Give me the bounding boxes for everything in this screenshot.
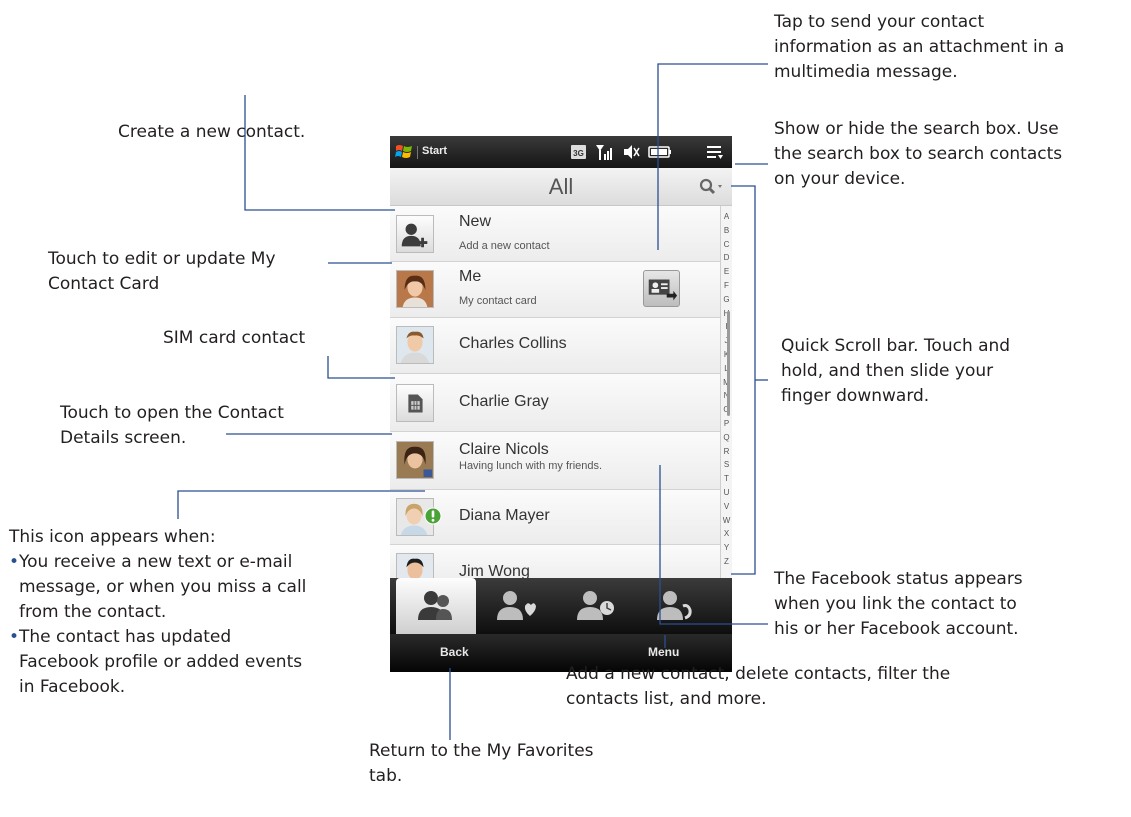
contacts-list: New Add a new contact Me My contact card <box>390 206 720 591</box>
list-item-contact[interactable]: Charles Collins <box>390 318 720 374</box>
quick-scroll-letter[interactable]: U <box>721 488 732 497</box>
quick-scroll-letter[interactable]: V <box>721 502 732 511</box>
contact-name: New <box>459 213 492 230</box>
annotation-menu: Add a new contact, delete contacts, filt… <box>566 664 951 709</box>
menu-softkey[interactable]: Menu <box>648 645 679 659</box>
list-item-contact[interactable]: Claire Nicols Having lunch with my frien… <box>390 432 720 490</box>
updates-events-icon <box>657 591 692 620</box>
recent-contacts-icon <box>577 591 614 620</box>
network-3g-icon: 3G <box>571 145 586 159</box>
battery-icon <box>648 146 671 158</box>
contact-name: Me <box>459 268 482 285</box>
send-contact-card-button[interactable] <box>643 270 680 307</box>
annotation-send-contact-card: Tap to send your contact information as … <box>774 12 1065 82</box>
windows-logo-icon[interactable] <box>395 143 413 161</box>
quick-scroll-letter[interactable]: R <box>721 447 732 456</box>
tab-all-contacts[interactable] <box>396 578 476 634</box>
quick-scroll-letter[interactable]: F <box>721 281 732 290</box>
avatar <box>396 326 434 364</box>
start-separator <box>417 146 418 159</box>
annotation-bullet: The contact has updated Facebook profile… <box>9 625 306 700</box>
title-bar: All <box>390 168 732 206</box>
quick-scroll-letter[interactable]: E <box>721 267 732 276</box>
send-contact-card-icon <box>648 279 678 301</box>
annotation-back: Return to the My Favorites tab. <box>369 741 594 786</box>
contact-subtitle: My contact card <box>459 295 537 307</box>
speaker-off-icon[interactable] <box>622 143 640 161</box>
tab-favorites[interactable] <box>476 578 556 634</box>
quick-scroll-letter[interactable]: Z <box>721 557 732 566</box>
annotation-create-new-contact: Create a new contact. <box>118 122 306 142</box>
quick-scroll-letter[interactable]: A <box>721 212 732 221</box>
quick-scroll-letter[interactable]: G <box>721 295 732 304</box>
quick-scroll-thumb[interactable] <box>727 311 730 416</box>
search-icon[interactable] <box>696 176 726 198</box>
favorites-icon <box>497 591 536 620</box>
contact-name: Diana Mayer <box>459 507 550 524</box>
quick-scroll-letter[interactable]: B <box>721 226 732 235</box>
tab-recent-contacts[interactable] <box>556 578 636 634</box>
annotation-my-contact-card: Touch to edit or update My Contact Card <box>48 249 276 294</box>
quick-scroll-letter[interactable]: C <box>721 240 732 249</box>
quick-scroll-letter[interactable]: W <box>721 516 732 525</box>
contact-name: Charlie Gray <box>459 393 549 410</box>
annotation-bullet: You receive a new text or e-mail message… <box>9 550 306 625</box>
tab-updates-events[interactable] <box>636 578 716 634</box>
contact-name: Charles Collins <box>459 335 567 352</box>
quick-scroll-letter[interactable]: S <box>721 460 732 469</box>
facebook-status: Having lunch with my friends. <box>459 460 603 472</box>
page-title: All <box>548 174 574 199</box>
quick-scroll-bar[interactable]: ABCDEFGHIJKLMNOPQRSTUVWXYZ <box>720 206 732 578</box>
list-item-my-contact-card[interactable]: Me My contact card <box>390 262 720 318</box>
start-label[interactable]: Start <box>422 145 447 157</box>
svg-text:3G: 3G <box>573 149 584 158</box>
quick-scroll-letter[interactable]: X <box>721 529 732 538</box>
contacts-tab-bar <box>390 578 732 634</box>
quick-scroll-letter[interactable]: Y <box>721 543 732 552</box>
avatar <box>396 270 434 308</box>
annotation-sim-contact: SIM card contact <box>163 328 306 348</box>
add-contact-icon <box>396 215 434 253</box>
annotation-facebook-status: The Facebook status appears when you lin… <box>774 569 1023 639</box>
contact-name: Claire Nicols <box>459 441 549 458</box>
all-contacts-icon <box>418 591 452 620</box>
back-softkey[interactable]: Back <box>440 645 469 659</box>
connectivity-icon[interactable] <box>705 143 725 161</box>
sim-card-icon <box>396 384 434 422</box>
annotation-search-box: Show or hide the search box. Use the sea… <box>774 119 1063 189</box>
annotation-icon-appears: This icon appears when: You receive a ne… <box>9 525 306 700</box>
quick-scroll-letter[interactable]: T <box>721 474 732 483</box>
signal-icon <box>596 145 612 160</box>
list-item-contact[interactable]: Diana Mayer <box>390 490 720 545</box>
list-item-sim-contact[interactable]: Charlie Gray <box>390 374 720 432</box>
quick-scroll-letter[interactable]: P <box>721 419 732 428</box>
list-item-new-contact[interactable]: New Add a new contact <box>390 206 720 262</box>
status-bar: Start 3G <box>390 136 732 168</box>
quick-scroll-letter[interactable]: D <box>721 253 732 262</box>
phone-screen: Start 3G All New Add a new contact Me My… <box>390 136 732 672</box>
annotation-contact-details: Touch to open the Contact Details screen… <box>60 403 284 448</box>
update-alert-icon <box>424 507 442 525</box>
contact-subtitle: Add a new contact <box>459 240 550 252</box>
quick-scroll-letter[interactable]: Q <box>721 433 732 442</box>
avatar <box>396 441 434 479</box>
annotation-quick-scroll: Quick Scroll bar. Touch and hold, and th… <box>781 336 1011 406</box>
